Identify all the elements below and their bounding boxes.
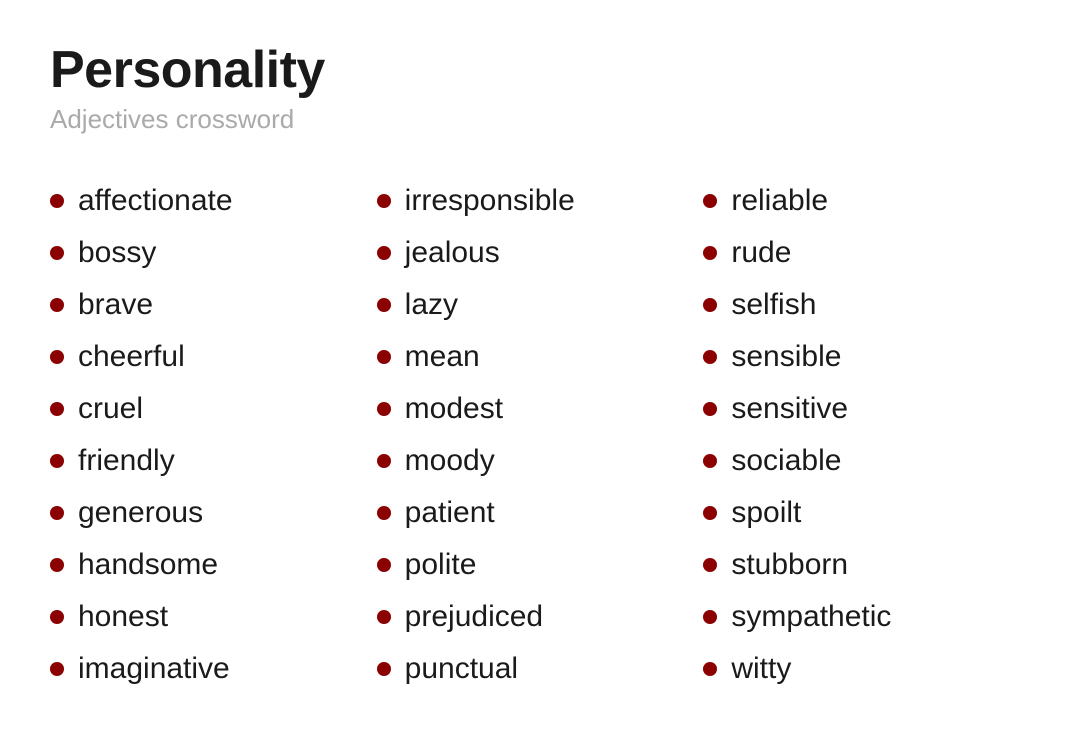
- page-subtitle: Adjectives crossword: [50, 104, 1030, 135]
- word-label: irresponsible: [405, 184, 575, 218]
- list-item: mean: [377, 331, 704, 383]
- word-label: rude: [731, 236, 791, 270]
- bullet-icon: [50, 194, 64, 208]
- bullet-icon: [377, 506, 391, 520]
- word-label: polite: [405, 548, 477, 582]
- list-item: sensitive: [703, 383, 1030, 435]
- list-item: sociable: [703, 435, 1030, 487]
- word-label: brave: [78, 288, 153, 322]
- list-item: bossy: [50, 227, 377, 279]
- list-item: reliable: [703, 175, 1030, 227]
- word-label: bossy: [78, 236, 156, 270]
- bullet-icon: [703, 662, 717, 676]
- word-label: punctual: [405, 652, 518, 686]
- list-item: friendly: [50, 435, 377, 487]
- word-label: sympathetic: [731, 600, 891, 634]
- bullet-icon: [703, 402, 717, 416]
- word-label: affectionate: [78, 184, 233, 218]
- bullet-icon: [377, 194, 391, 208]
- list-item: spoilt: [703, 487, 1030, 539]
- bullet-icon: [703, 246, 717, 260]
- list-item: polite: [377, 539, 704, 591]
- bullet-icon: [50, 558, 64, 572]
- bullet-icon: [703, 194, 717, 208]
- list-item: sympathetic: [703, 591, 1030, 643]
- list-item: lazy: [377, 279, 704, 331]
- bullet-icon: [377, 558, 391, 572]
- bullet-icon: [377, 350, 391, 364]
- word-label: witty: [731, 652, 791, 686]
- bullet-icon: [703, 506, 717, 520]
- word-label: friendly: [78, 444, 175, 478]
- word-label: sensible: [731, 340, 841, 374]
- bullet-icon: [50, 662, 64, 676]
- word-column-2: irresponsible jealous lazy mean modest moody p…: [377, 175, 704, 695]
- word-column-3: reliable rude selfish sensible sensitive soci…: [703, 175, 1030, 695]
- word-label: cheerful: [78, 340, 185, 374]
- bullet-icon: [703, 558, 717, 572]
- list-item: honest: [50, 591, 377, 643]
- word-label: honest: [78, 600, 168, 634]
- bullet-icon: [377, 454, 391, 468]
- word-label: cruel: [78, 392, 143, 426]
- list-item: jealous: [377, 227, 704, 279]
- word-label: handsome: [78, 548, 218, 582]
- word-label: moody: [405, 444, 495, 478]
- word-column-1: affectionate bossy brave cheerful cruel frien…: [50, 175, 377, 695]
- word-label: generous: [78, 496, 203, 530]
- list-item: stubborn: [703, 539, 1030, 591]
- list-item: punctual: [377, 643, 704, 695]
- list-item: prejudiced: [377, 591, 704, 643]
- list-item: irresponsible: [377, 175, 704, 227]
- word-label: prejudiced: [405, 600, 543, 634]
- word-label: modest: [405, 392, 503, 426]
- list-item: selfish: [703, 279, 1030, 331]
- word-label: lazy: [405, 288, 458, 322]
- word-label: stubborn: [731, 548, 848, 582]
- word-label: imaginative: [78, 652, 230, 686]
- word-label: selfish: [731, 288, 816, 322]
- list-item: cheerful: [50, 331, 377, 383]
- list-item: cruel: [50, 383, 377, 435]
- bullet-icon: [50, 454, 64, 468]
- bullet-icon: [703, 298, 717, 312]
- word-label: jealous: [405, 236, 500, 270]
- word-label: sensitive: [731, 392, 848, 426]
- bullet-icon: [50, 246, 64, 260]
- bullet-icon: [703, 610, 717, 624]
- page-title: Personality: [50, 40, 1030, 100]
- bullet-icon: [377, 402, 391, 416]
- bullet-icon: [50, 298, 64, 312]
- list-item: handsome: [50, 539, 377, 591]
- list-item: moody: [377, 435, 704, 487]
- bullet-icon: [50, 350, 64, 364]
- bullet-icon: [703, 454, 717, 468]
- bullet-icon: [377, 298, 391, 312]
- word-label: spoilt: [731, 496, 801, 530]
- bullet-icon: [377, 662, 391, 676]
- list-item: patient: [377, 487, 704, 539]
- word-label: mean: [405, 340, 480, 374]
- bullet-icon: [703, 350, 717, 364]
- word-label: sociable: [731, 444, 841, 478]
- list-item: affectionate: [50, 175, 377, 227]
- list-item: brave: [50, 279, 377, 331]
- list-item: sensible: [703, 331, 1030, 383]
- word-label: reliable: [731, 184, 828, 218]
- list-item: rude: [703, 227, 1030, 279]
- list-item: modest: [377, 383, 704, 435]
- bullet-icon: [50, 506, 64, 520]
- list-item: witty: [703, 643, 1030, 695]
- bullet-icon: [377, 610, 391, 624]
- bullet-icon: [377, 246, 391, 260]
- bullet-icon: [50, 610, 64, 624]
- bullet-icon: [50, 402, 64, 416]
- list-item: imaginative: [50, 643, 377, 695]
- word-label: patient: [405, 496, 495, 530]
- list-item: generous: [50, 487, 377, 539]
- word-columns: affectionate bossy brave cheerful cruel frien…: [50, 175, 1030, 695]
